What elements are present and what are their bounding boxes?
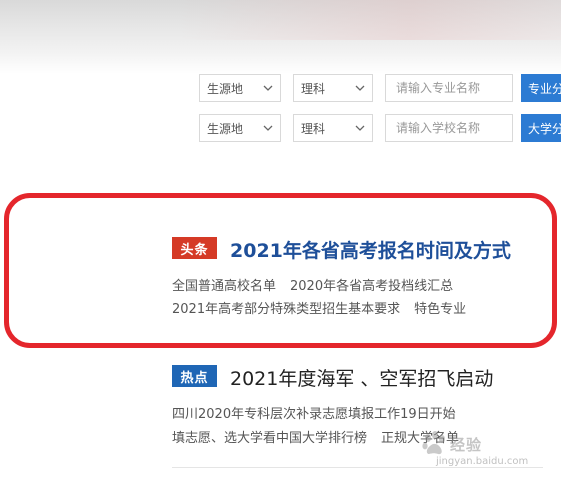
headline-links-row-2: 2021年高考部分特殊类型招生基本要求 特色专业 xyxy=(172,298,480,317)
subject-select[interactable]: 理科 xyxy=(293,74,373,102)
origin-select[interactable]: 生源地 xyxy=(199,114,281,142)
subject-select-value: 理科 xyxy=(301,121,326,136)
chevron-down-icon xyxy=(354,82,366,94)
news-link[interactable]: 特色专业 xyxy=(414,302,466,317)
highlight-annotation-box xyxy=(4,193,557,348)
hot-title-link[interactable]: 2021年度海军 、空军招飞启动 xyxy=(230,364,493,391)
origin-select[interactable]: 生源地 xyxy=(199,74,281,102)
university-score-button[interactable]: 大学分 xyxy=(521,114,561,142)
hot-tag: 热点 xyxy=(172,365,217,387)
watermark: 经验 jingyan.baidu.com xyxy=(420,428,545,470)
school-name-input[interactable] xyxy=(385,114,513,142)
hot-links-row-1: 四川2020年专科层次补录志愿填报工作19日开始 xyxy=(172,403,470,422)
news-link[interactable]: 2020年各省高考投档线汇总 xyxy=(290,279,453,294)
news-link[interactable]: 全国普通高校名单 xyxy=(172,279,276,294)
major-score-button[interactable]: 专业分 xyxy=(521,74,561,102)
chevron-down-icon xyxy=(262,122,274,134)
blurred-top-banner xyxy=(0,0,561,74)
baidu-paw-icon xyxy=(420,430,448,458)
origin-select-value: 生源地 xyxy=(207,81,244,96)
school-search-row: 生源地 理科 大学分 xyxy=(199,114,561,142)
watermark-brand: 经验 xyxy=(450,436,483,454)
subject-select[interactable]: 理科 xyxy=(293,114,373,142)
headline-tag: 头条 xyxy=(172,237,217,259)
origin-select-value: 生源地 xyxy=(207,121,244,136)
major-name-input[interactable] xyxy=(385,74,513,102)
chevron-down-icon xyxy=(262,82,274,94)
headline-title-link[interactable]: 2021年各省高考报名时间及方式 xyxy=(230,236,511,263)
headline-links-row-1: 全国普通高校名单 2020年各省高考投档线汇总 xyxy=(172,275,467,294)
watermark-url: jingyan.baidu.com xyxy=(436,456,529,467)
subject-select-value: 理科 xyxy=(301,81,326,96)
news-link[interactable]: 四川2020年专科层次补录志愿填报工作19日开始 xyxy=(172,407,456,422)
major-search-row: 生源地 理科 专业分 xyxy=(199,74,561,102)
news-link[interactable]: 2021年高考部分特殊类型招生基本要求 xyxy=(172,302,400,317)
chevron-down-icon xyxy=(354,122,366,134)
news-link[interactable]: 填志愿、选大学看中国大学排行榜 xyxy=(172,431,367,446)
